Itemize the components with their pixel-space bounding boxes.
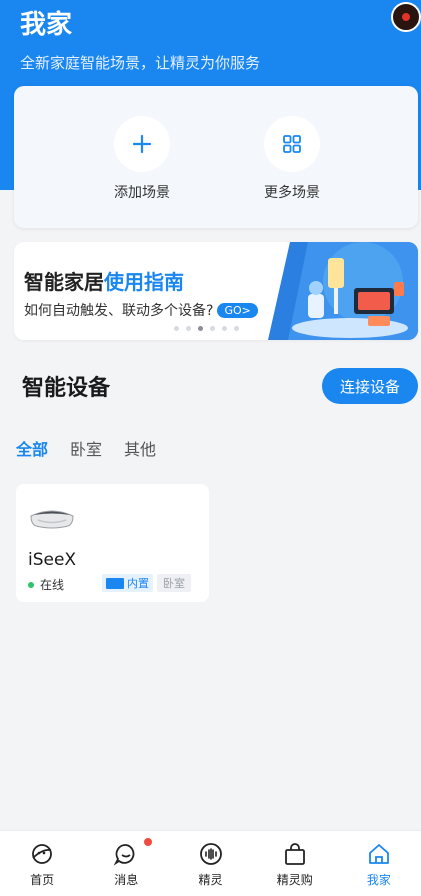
scene-card: 添加场景 更多场景 bbox=[14, 86, 418, 228]
tab-my-home-label: 我家 bbox=[366, 873, 391, 887]
page-title: 我家 bbox=[20, 10, 73, 40]
carousel-dots bbox=[174, 326, 239, 331]
avatar-dot-icon bbox=[402, 13, 410, 21]
add-scene-label: 添加场景 bbox=[114, 185, 170, 201]
tab-genie[interactable]: 精灵 bbox=[168, 831, 252, 896]
guide-banner[interactable]: 智能家居使用指南 如何自动触发、联动多个设备? GO> bbox=[14, 242, 418, 340]
add-scene-button[interactable]: 添加场景 bbox=[92, 116, 192, 202]
tab-shop[interactable]: 精灵购 bbox=[253, 831, 337, 896]
home-icon bbox=[369, 844, 389, 864]
builtin-tag: 内置 bbox=[102, 574, 153, 592]
device-filter-tabs: 全部 卧室 其他 bbox=[16, 436, 156, 460]
carousel-dot[interactable] bbox=[210, 326, 215, 331]
builtin-tag-label: 内置 bbox=[127, 577, 149, 590]
grid-icon bbox=[264, 116, 320, 172]
devices-section-title: 智能设备 bbox=[22, 376, 111, 401]
device-tags: 内置 卧室 bbox=[102, 574, 191, 592]
more-scenes-button[interactable]: 更多场景 bbox=[242, 116, 342, 202]
more-scenes-label: 更多场景 bbox=[264, 185, 320, 201]
page-subtitle: 全新家庭智能场景，让精灵为你服务 bbox=[20, 54, 261, 72]
tab-messages-label: 消息 bbox=[114, 873, 139, 887]
carousel-dot[interactable] bbox=[174, 326, 179, 331]
device-status-text: 在线 bbox=[40, 578, 65, 592]
eye-massager-device-icon bbox=[30, 510, 74, 529]
carousel-dot[interactable] bbox=[222, 326, 227, 331]
plus-icon bbox=[114, 116, 170, 172]
tab-home-label: 首页 bbox=[30, 873, 55, 887]
device-status: 在线 bbox=[28, 576, 64, 593]
shopping-bag-icon bbox=[284, 843, 305, 865]
carousel-dot-active[interactable] bbox=[198, 326, 203, 331]
banner-title-accent: 使用指南 bbox=[104, 270, 184, 294]
message-badge-icon bbox=[144, 838, 152, 846]
connect-device-button[interactable]: 连接设备 bbox=[322, 368, 418, 404]
banner-title-main: 智能家居 bbox=[24, 270, 104, 294]
bottom-tab-bar: 首页 消息 精灵 精灵购 我家 bbox=[0, 830, 421, 896]
planet-icon bbox=[32, 844, 52, 864]
tab-messages[interactable]: 消息 bbox=[84, 831, 168, 896]
filter-tab-bedroom[interactable]: 卧室 bbox=[70, 436, 102, 460]
voice-icon bbox=[199, 843, 222, 865]
device-card[interactable]: iSeeX 在线 内置 卧室 bbox=[16, 484, 209, 602]
device-box-icon bbox=[106, 577, 124, 589]
carousel-dot[interactable] bbox=[234, 326, 239, 331]
go-button[interactable]: GO> bbox=[217, 303, 258, 318]
room-tag: 卧室 bbox=[157, 574, 191, 592]
message-icon bbox=[113, 844, 135, 866]
filter-tab-other[interactable]: 其他 bbox=[124, 436, 156, 460]
tab-shop-label: 精灵购 bbox=[276, 873, 313, 887]
tab-genie-label: 精灵 bbox=[198, 873, 223, 887]
banner-subtitle: 如何自动触发、联动多个设备? GO> bbox=[24, 300, 258, 320]
carousel-dot[interactable] bbox=[186, 326, 191, 331]
avatar[interactable] bbox=[391, 2, 421, 32]
device-name: iSeeX bbox=[28, 550, 77, 570]
smart-home-illustration-icon bbox=[268, 242, 418, 340]
banner-title: 智能家居使用指南 bbox=[24, 266, 184, 295]
tab-my-home[interactable]: 我家 bbox=[337, 831, 421, 896]
filter-tab-all[interactable]: 全部 bbox=[16, 436, 48, 460]
tab-home[interactable]: 首页 bbox=[0, 831, 84, 896]
online-status-icon bbox=[28, 581, 34, 588]
banner-subtitle-text: 如何自动触发、联动多个设备? bbox=[24, 303, 214, 319]
